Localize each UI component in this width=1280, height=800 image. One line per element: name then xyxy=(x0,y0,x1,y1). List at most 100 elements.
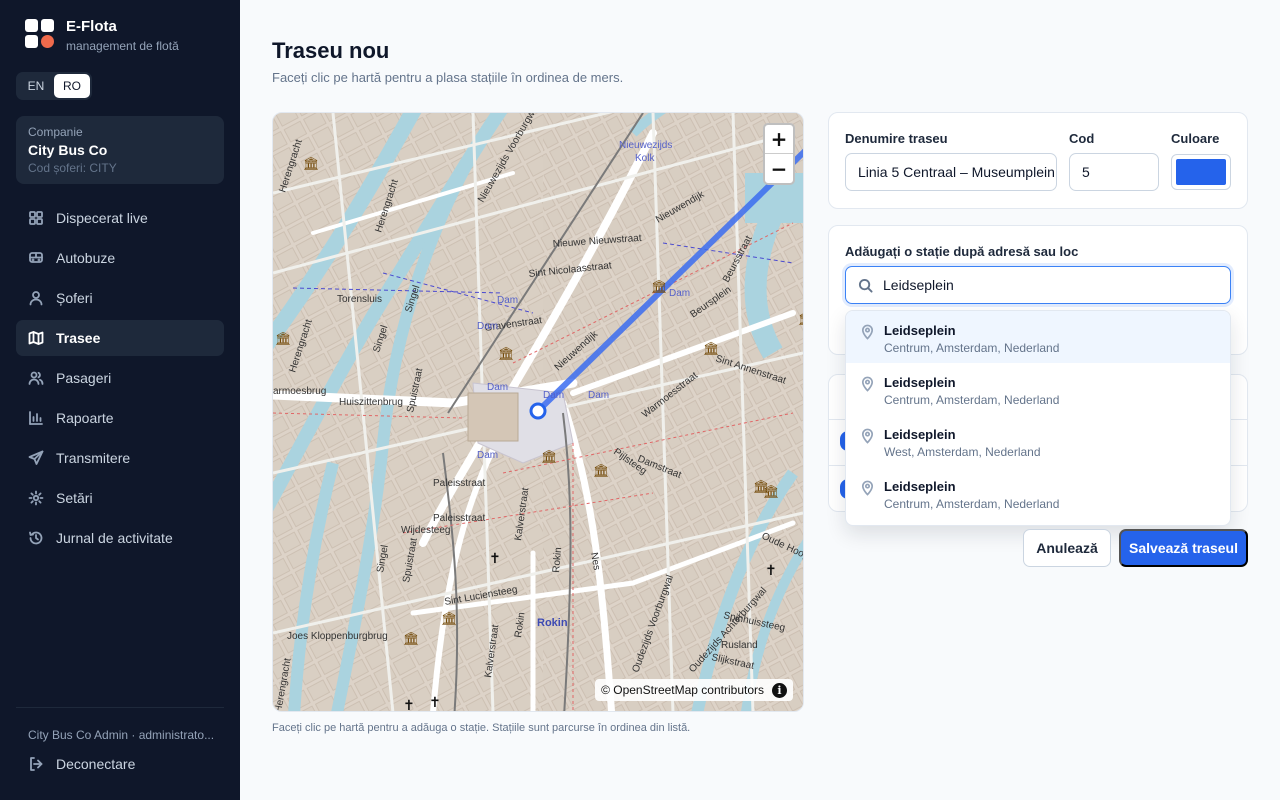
svg-text:🏛: 🏛 xyxy=(498,346,515,362)
svg-text:🏛: 🏛 xyxy=(303,156,320,172)
current-user: City Bus Co Admin · administrato... xyxy=(28,728,215,742)
route-code-label: Cod xyxy=(1069,131,1095,146)
route-map[interactable]: 🏛🏛🏛 🏛🏛🏛 🏛🏛🏛 🏛🏛🏛 ✝✝✝ ✝ Torensluis Huiszit… xyxy=(272,112,804,712)
search-result[interactable]: Leidseplein West, Amsterdam, Nederland xyxy=(846,415,1230,467)
map-pin-icon xyxy=(861,428,874,444)
sidebar-item-label: Jurnal de activitate xyxy=(56,530,173,546)
svg-text:✝: ✝ xyxy=(765,563,777,579)
route-code-input[interactable]: 5 xyxy=(1069,153,1159,191)
label-torensluis: Torensluis xyxy=(337,294,382,305)
info-icon[interactable]: i xyxy=(772,682,787,698)
map-hint: Faceți clic pe hartă pentru a adăuga o s… xyxy=(272,722,691,734)
map-pin-icon xyxy=(861,480,874,496)
route-name-input[interactable]: Linia 5 Centraal – Museumplein xyxy=(845,153,1057,191)
dashboard-icon xyxy=(29,211,43,225)
users-icon xyxy=(28,371,44,385)
lang-ro-button[interactable]: RO xyxy=(54,74,90,98)
company-card: Companie City Bus Co Cod șoferi: CITY xyxy=(16,116,224,184)
bus-icon xyxy=(29,252,43,263)
label-rokin-2: Rokin xyxy=(551,547,564,573)
search-icon xyxy=(858,278,873,293)
svg-text:🏛: 🏛 xyxy=(798,311,804,327)
sidebar-item-label: Autobuze xyxy=(56,250,116,266)
route-color-label: Culoare xyxy=(1171,131,1220,146)
result-name: Leidseplein xyxy=(884,479,956,494)
page-subtitle: Faceți clic pe hartă pentru a plasa staț… xyxy=(272,70,624,85)
save-route-button[interactable]: Salvează traseul xyxy=(1119,529,1248,567)
brand-subtitle: management de flotă xyxy=(66,39,179,53)
svg-text:🏛: 🏛 xyxy=(441,611,458,627)
label-dam-stop-2: Dam xyxy=(477,321,498,332)
sidebar-item-settings[interactable]: Setări xyxy=(16,480,224,516)
label-warmoesbrug: armoesbrug xyxy=(273,386,326,397)
result-address: Centrum, Amsterdam, Nederland xyxy=(884,341,1060,355)
label-kolk: Kolk xyxy=(635,153,655,164)
label-dam-stop-4: Dam xyxy=(487,382,508,393)
gear-icon xyxy=(28,490,44,506)
label-paleisstraat: Paleisstraat xyxy=(433,478,485,489)
sidebar-item-label: Rapoarte xyxy=(56,410,114,426)
label-rusland: Rusland xyxy=(721,640,758,651)
sidebar-item-buses[interactable]: Autobuze xyxy=(16,240,224,276)
sidebar-item-label: Pasageri xyxy=(56,370,112,386)
sidebar-item-dispatch[interactable]: Dispecerat live xyxy=(16,200,224,236)
company-name: City Bus Co xyxy=(28,142,108,158)
search-result[interactable]: Leidseplein Centrum, Amsterdam, Nederland xyxy=(846,311,1230,363)
route-name-label: Denumire traseu xyxy=(845,131,948,146)
result-name: Leidseplein xyxy=(884,375,956,390)
lang-en-button[interactable]: EN xyxy=(18,74,54,98)
send-icon xyxy=(28,450,44,465)
sidebar-item-routes[interactable]: Trasee xyxy=(16,320,224,356)
svg-text:🏛: 🏛 xyxy=(753,479,770,495)
map-icon xyxy=(28,331,44,345)
brand-name: E-Flota xyxy=(66,18,117,35)
sidebar-item-activity-log[interactable]: Jurnal de activitate xyxy=(16,520,224,556)
sidebar-item-passengers[interactable]: Pasageri xyxy=(16,360,224,396)
map-tiles[interactable]: 🏛🏛🏛 🏛🏛🏛 🏛🏛🏛 🏛🏛🏛 ✝✝✝ ✝ Torensluis Huiszit… xyxy=(273,113,804,712)
svg-text:✝: ✝ xyxy=(429,695,441,711)
result-address: West, Amsterdam, Nederland xyxy=(884,445,1041,459)
label-dam-stop-1: Dam xyxy=(497,295,518,306)
user-icon xyxy=(29,291,43,306)
cancel-button[interactable]: Anulează xyxy=(1023,529,1111,567)
history-icon xyxy=(29,531,43,545)
svg-text:✝: ✝ xyxy=(489,551,501,567)
search-result[interactable]: Leidseplein Centrum, Amsterdam, Nederland xyxy=(846,467,1230,519)
result-address: Centrum, Amsterdam, Nederland xyxy=(884,497,1060,511)
svg-text:🏛: 🏛 xyxy=(403,631,420,647)
logout-button[interactable]: Deconectare xyxy=(28,756,224,772)
sidebar-item-broadcast[interactable]: Transmitere xyxy=(16,440,224,476)
svg-text:🏛: 🏛 xyxy=(541,449,558,465)
sidebar-item-drivers[interactable]: Șoferi xyxy=(16,280,224,316)
sidebar-item-label: Șoferi xyxy=(56,290,93,306)
svg-text:🏛: 🏛 xyxy=(593,463,610,479)
label-rokin-stop: Rokin xyxy=(537,617,568,629)
stop-search-input[interactable]: Leidseplein xyxy=(845,266,1231,304)
color-swatch xyxy=(1176,159,1226,185)
label-joes-kloppenburgbrug: Joes Kloppenburgbrug xyxy=(287,631,388,642)
label-wijdesteeg: Wijdesteeg xyxy=(401,525,450,536)
logout-icon xyxy=(30,757,43,771)
attribution-text: © OpenStreetMap contributors xyxy=(601,683,764,697)
result-name: Leidseplein xyxy=(884,323,956,338)
logo-icon xyxy=(25,19,55,49)
svg-text:✝: ✝ xyxy=(403,698,415,712)
brand[interactable]: E-Flota management de flotă xyxy=(25,18,179,53)
map-pin-icon xyxy=(861,324,874,340)
zoom-in-button[interactable]: + xyxy=(765,125,793,154)
map-pin-icon xyxy=(861,376,874,392)
company-label: Companie xyxy=(28,125,83,139)
sidebar-item-label: Transmitere xyxy=(56,450,131,466)
sidebar-item-reports[interactable]: Rapoarte xyxy=(16,400,224,436)
add-stop-label: Adăugați o stație după adresă sau loc xyxy=(845,244,1079,259)
search-result[interactable]: Leidseplein Centrum, Amsterdam, Nederland xyxy=(846,363,1230,415)
label-dam-square: Dam xyxy=(543,390,564,401)
map-zoom-control: + − xyxy=(763,123,795,185)
result-name: Leidseplein xyxy=(884,427,956,442)
svg-text:🏛: 🏛 xyxy=(651,279,668,295)
zoom-out-button[interactable]: − xyxy=(765,154,793,183)
page-title: Traseu nou xyxy=(272,38,390,63)
svg-text:🏛: 🏛 xyxy=(275,331,292,347)
logout-label: Deconectare xyxy=(56,756,136,772)
route-color-picker[interactable] xyxy=(1171,154,1231,190)
